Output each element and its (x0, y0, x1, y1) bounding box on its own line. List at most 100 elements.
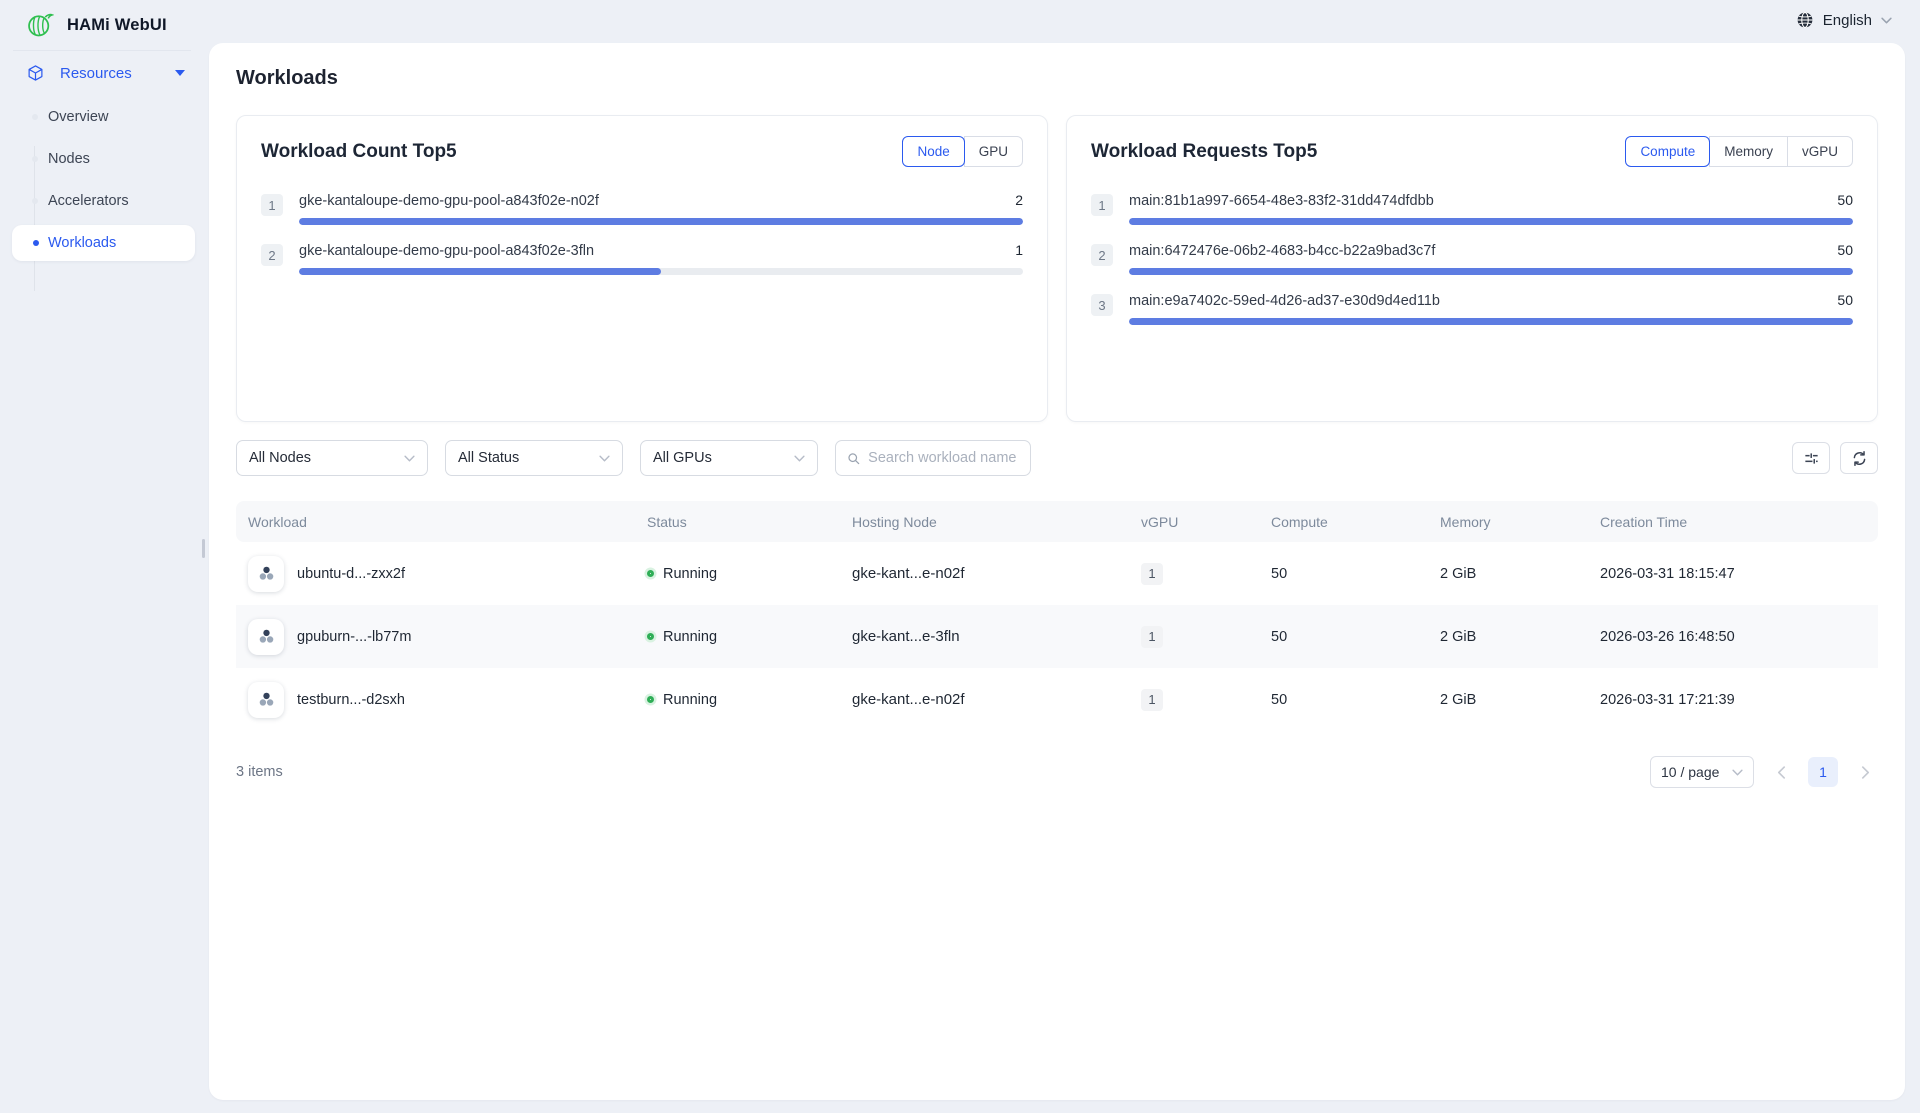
sidebar-section-resources[interactable]: Resources (0, 50, 209, 96)
sidebar-item-label: Overview (48, 109, 108, 125)
card-title: Workload Count Top5 (261, 141, 457, 163)
prev-page-button[interactable] (1768, 759, 1794, 785)
chevron-right-icon (1861, 766, 1870, 779)
requests-dimension-toggle: Compute Memory vGPU (1625, 136, 1853, 167)
sidebar-scrollbar[interactable] (202, 539, 205, 558)
workload-name[interactable]: testburn...-d2sxh (297, 692, 405, 708)
workload-pod-icon (248, 556, 284, 592)
page-number-1[interactable]: 1 (1808, 757, 1838, 787)
count-value: 2 (1015, 192, 1023, 208)
status-running-icon (647, 633, 654, 640)
tree-dot-icon (32, 114, 38, 120)
workload-pod-icon (248, 682, 284, 718)
language-selector[interactable]: English (1796, 11, 1892, 29)
progress-fill (299, 218, 1023, 225)
memory-value: 2 GiB (1428, 629, 1588, 645)
sidebar-item-overview[interactable]: Overview (0, 96, 209, 138)
sidebar-nav: Resources Overview Nodes Accelerators Wo… (0, 50, 209, 264)
column-settings-button[interactable] (1792, 442, 1830, 474)
vgpu-badge: 1 (1141, 626, 1163, 648)
toggle-memory-button[interactable]: Memory (1709, 136, 1788, 167)
table-row[interactable]: testburn...-d2sxh Running gke-kant...e-n… (236, 668, 1878, 731)
requests-top5-list: 1 main:81b1a997-6654-48e3-83f2-31dd474df… (1091, 192, 1853, 325)
toggle-node-button[interactable]: Node (902, 136, 964, 167)
nodes-filter-select[interactable]: All Nodes (236, 440, 428, 476)
count-top5-list: 1 gke-kantaloupe-demo-gpu-pool-a843f02e-… (261, 192, 1023, 275)
progress-fill (1129, 318, 1853, 325)
search-icon (847, 451, 860, 466)
request-value: 50 (1837, 192, 1853, 208)
list-item: 1 main:81b1a997-6654-48e3-83f2-31dd474df… (1091, 192, 1853, 225)
rank-badge: 3 (1091, 294, 1113, 316)
workload-search-box (835, 440, 1031, 476)
col-memory: Memory (1428, 514, 1588, 530)
hosting-node: gke-kant...e-n02f (840, 691, 1129, 708)
next-page-button[interactable] (1852, 759, 1878, 785)
workload-name[interactable]: gpuburn-...-lb77m (297, 629, 411, 645)
progress-track (1129, 268, 1853, 275)
status-running-icon (647, 570, 654, 577)
rank-badge: 1 (261, 194, 283, 216)
progress-fill (1129, 268, 1853, 275)
table-row[interactable]: gpuburn-...-lb77m Running gke-kant...e-3… (236, 605, 1878, 668)
workload-id: main:6472476e-06b2-4683-b4cc-b22a9bad3c7… (1129, 243, 1435, 259)
status-label: Running (663, 629, 717, 645)
creation-time: 2026-03-31 18:15:47 (1588, 566, 1878, 582)
rank-badge: 2 (1091, 244, 1113, 266)
node-name: gke-kantaloupe-demo-gpu-pool-a843f02e-n0… (299, 193, 599, 209)
status-label: Running (663, 566, 717, 582)
sidebar-item-workloads[interactable]: Workloads (12, 225, 195, 261)
chevron-down-icon (404, 455, 415, 462)
filters-row: All Nodes All Status All GPUs (236, 440, 1878, 476)
workload-id: main:81b1a997-6654-48e3-83f2-31dd474dfdb… (1129, 193, 1434, 209)
gpus-filter-select[interactable]: All GPUs (640, 440, 818, 476)
col-creation-time: Creation Time (1588, 514, 1878, 530)
sidebar: HAMi WebUI Resources Overview Nodes Acce… (0, 0, 209, 1113)
items-total: 3 items (236, 764, 283, 780)
rank-badge: 1 (1091, 194, 1113, 216)
column-settings-icon (1803, 450, 1820, 467)
tree-dot-icon (33, 240, 39, 246)
pagination-row: 3 items 10 / page 1 (236, 756, 1878, 788)
app-logo-row: HAMi WebUI (0, 0, 209, 50)
list-item: 2 main:6472476e-06b2-4683-b4cc-b22a9bad3… (1091, 242, 1853, 275)
search-input[interactable] (868, 450, 1019, 466)
chevron-down-icon (794, 455, 805, 462)
node-name: gke-kantaloupe-demo-gpu-pool-a843f02e-3f… (299, 243, 594, 259)
table-row[interactable]: ubuntu-d...-zxx2f Running gke-kant...e-n… (236, 542, 1878, 605)
sidebar-item-label: Accelerators (48, 193, 129, 209)
compute-value: 50 (1259, 566, 1428, 582)
count-dimension-toggle: Node GPU (902, 136, 1023, 167)
sidebar-item-nodes[interactable]: Nodes (0, 138, 209, 180)
workloads-table: Workload Status Hosting Node vGPU Comput… (236, 501, 1878, 731)
workload-requests-card: Workload Requests Top5 Compute Memory vG… (1066, 115, 1878, 422)
refresh-button[interactable] (1840, 442, 1878, 474)
progress-track (299, 218, 1023, 225)
toggle-compute-button[interactable]: Compute (1625, 136, 1710, 167)
request-value: 50 (1837, 242, 1853, 258)
toggle-gpu-button[interactable]: GPU (964, 136, 1023, 167)
status-filter-select[interactable]: All Status (445, 440, 623, 476)
sidebar-section-label: Resources (60, 65, 132, 82)
hami-logo-icon (26, 11, 54, 39)
tree-dot-icon (32, 156, 38, 162)
rank-badge: 2 (261, 244, 283, 266)
sidebar-item-accelerators[interactable]: Accelerators (0, 180, 209, 222)
creation-time: 2026-03-26 16:48:50 (1588, 629, 1878, 645)
workload-name[interactable]: ubuntu-d...-zxx2f (297, 566, 405, 582)
list-item: 3 main:e9a7402c-59ed-4d26-ad37-e30d9d4ed… (1091, 292, 1853, 325)
progress-track (1129, 218, 1853, 225)
request-value: 50 (1837, 292, 1853, 308)
status-label: Running (663, 692, 717, 708)
status-running-icon (647, 696, 654, 703)
creation-time: 2026-03-31 17:21:39 (1588, 692, 1878, 708)
table-actions (1792, 442, 1878, 474)
language-label: English (1823, 12, 1872, 29)
page-size-select[interactable]: 10 / page (1650, 756, 1754, 788)
toggle-vgpu-button[interactable]: vGPU (1787, 136, 1853, 167)
progress-fill (299, 268, 661, 275)
list-item: 1 gke-kantaloupe-demo-gpu-pool-a843f02e-… (261, 192, 1023, 225)
compute-value: 50 (1259, 692, 1428, 708)
sidebar-item-label: Workloads (48, 235, 116, 251)
chevron-down-icon (599, 455, 610, 462)
